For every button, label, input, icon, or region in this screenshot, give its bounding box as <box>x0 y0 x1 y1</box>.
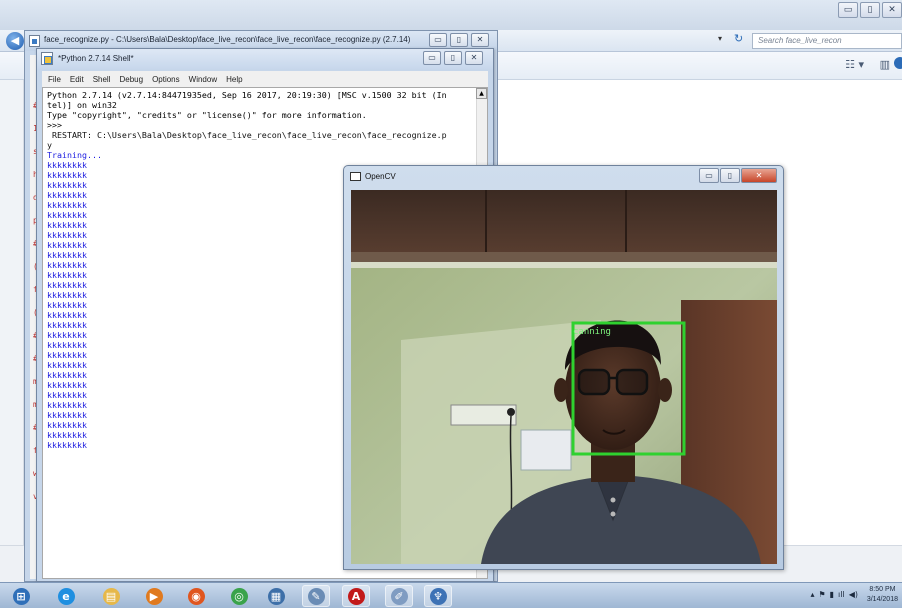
shell-restart-line: y <box>47 140 52 150</box>
change-view-icon[interactable]: ☷ ▾ <box>845 58 864 71</box>
taskbar-button-chrome[interactable]: ◎ <box>225 585 253 607</box>
firefox-icon: ◉ <box>187 587 205 605</box>
opencv-close-button[interactable]: ✕ <box>741 168 777 183</box>
explorer-maximize-button[interactable]: ▯ <box>860 2 880 18</box>
shell-close-button[interactable]: ✕ <box>465 51 483 65</box>
chrome-icon: ◎ <box>230 587 248 605</box>
shell-training-line: Training... <box>47 150 102 160</box>
shell-header-line: Type "copyright", "credits" or "license(… <box>47 110 367 120</box>
explorer-window-controls: ▭ ▯ ✕ <box>838 2 902 18</box>
switch-board-shape <box>450 404 517 426</box>
taskbar-button-media-player[interactable]: ▶ <box>140 585 168 607</box>
internet-explorer-icon: e <box>57 587 75 605</box>
clock-date: 3/14/2018 <box>866 596 898 603</box>
windows-start-icon: ⊞ <box>12 587 30 605</box>
taskbar-button-acrobat[interactable]: A <box>342 585 370 607</box>
explorer-close-button[interactable]: ✕ <box>882 2 902 18</box>
face-label: canning <box>573 327 611 337</box>
menu-edit[interactable]: Edit <box>70 75 84 84</box>
menu-shell[interactable]: Shell <box>93 75 111 84</box>
editor-title: face_recognize.py - C:\Users\Bala\Deskto… <box>44 35 411 44</box>
back-arrow-icon[interactable]: ◀ <box>6 32 24 50</box>
action-center-icon[interactable]: ⚑ <box>818 590 825 599</box>
glasses-right-lens <box>615 368 649 396</box>
glasses-left-lens <box>577 368 611 396</box>
explorer-minimize-button[interactable]: ▭ <box>838 2 858 18</box>
shell-header-line: >>> <box>47 120 62 130</box>
wooden-cabinet-shape <box>351 190 777 260</box>
paint-icon: ✐ <box>390 587 408 605</box>
system-tray: ▴ ⚑ ▮ ıll ◀) <box>810 590 858 599</box>
clock[interactable]: 8:50 PM 3/14/2018 <box>867 585 898 605</box>
python-file-icon <box>29 35 40 47</box>
opencv-maximize-button[interactable]: ▯ <box>720 168 740 183</box>
address-dropdown-icon[interactable]: ▾ <box>718 34 722 43</box>
network-icon: ▦ <box>267 587 285 605</box>
opencv-title-bar[interactable]: OpenCV ▭ ▯ ✕ <box>344 166 783 188</box>
webcam-scene <box>351 190 777 564</box>
taskbar-button-network[interactable]: ▦ <box>262 585 290 607</box>
media-player-icon: ▶ <box>145 587 163 605</box>
webcam-frame: canning <box>351 190 777 564</box>
menu-file[interactable]: File <box>48 75 61 84</box>
python-shell-icon <box>41 52 53 65</box>
shell-title: *Python 2.7.14 Shell* <box>58 54 134 63</box>
refresh-icon[interactable]: ↻ <box>734 32 743 45</box>
opencv-window-controls: ▭ ▯ ✕ <box>699 168 777 183</box>
opencv-window-icon <box>350 172 361 181</box>
taskbar-button-firefox[interactable]: ◉ <box>182 585 210 607</box>
battery-icon[interactable]: ▮ <box>830 590 834 599</box>
file-explorer-icon: ▤ <box>102 587 120 605</box>
editor-close-button[interactable]: ✕ <box>471 33 489 47</box>
shell-menu-bar: File Edit Shell Debug Options Window Help <box>42 71 488 87</box>
shell-header-line: tel)] on win32 <box>47 100 117 110</box>
notepad-icon: ✎ <box>307 587 325 605</box>
explorer-search-input[interactable]: Search face_live_recon <box>752 33 902 49</box>
opencv-title: OpenCV <box>365 172 396 181</box>
desktop-screen: ▭ ▯ ✕ ◀ ▾ ↻ Search face_live_recon ☷ ▾ ▥… <box>0 0 902 608</box>
shell-restart-line: RESTART: C:\Users\Bala\Desktop\face_live… <box>47 130 447 140</box>
signal-icon[interactable]: ıll <box>838 590 845 599</box>
taskbar-button-notepad[interactable]: ✎ <box>302 585 330 607</box>
menu-options[interactable]: Options <box>152 75 180 84</box>
python-icon: ♆ <box>429 587 447 605</box>
editor-maximize-button[interactable]: ▯ <box>450 33 468 47</box>
editor-window-controls: ▭ ▯ ✕ <box>429 33 489 47</box>
clock-time: 8:50 PM <box>869 586 896 593</box>
shell-header-line: Python 2.7.14 (v2.7.14:84471935ed, Sep 1… <box>47 90 447 100</box>
help-icon[interactable] <box>894 57 902 69</box>
explorer-nav-pane <box>0 80 24 582</box>
scroll-up-arrow-icon[interactable]: ▲ <box>476 88 487 99</box>
volume-icon[interactable]: ◀) <box>849 590 858 599</box>
editor-minimize-button[interactable]: ▭ <box>429 33 447 47</box>
taskbar-button-windows-start[interactable]: ⊞ <box>7 585 35 607</box>
calendar-shape <box>520 429 572 471</box>
menu-window[interactable]: Window <box>189 75 217 84</box>
opencv-window: OpenCV ▭ ▯ ✕ canning <box>343 165 784 570</box>
shell-window-controls: ▭ ▯ ✕ <box>423 51 483 65</box>
menu-help[interactable]: Help <box>226 75 242 84</box>
taskbar-button-python[interactable]: ♆ <box>424 585 452 607</box>
preview-pane-icon[interactable]: ▥ <box>880 58 890 71</box>
show-hidden-icons-icon[interactable]: ▴ <box>810 590 814 599</box>
explorer-title-bar <box>0 0 902 30</box>
acrobat-icon: A <box>347 587 365 605</box>
shell-minimize-button[interactable]: ▭ <box>423 51 441 65</box>
taskbar-button-file-explorer[interactable]: ▤ <box>97 585 125 607</box>
shell-title-bar[interactable]: *Python 2.7.14 Shell* ▭ ▯ ✕ <box>37 49 493 69</box>
shell-maximize-button[interactable]: ▯ <box>444 51 462 65</box>
menu-debug[interactable]: Debug <box>119 75 143 84</box>
taskbar-button-internet-explorer[interactable]: e <box>52 585 80 607</box>
taskbar: ▴ ⚑ ▮ ıll ◀) 8:50 PM 3/14/2018 ⊞ e ▤ ▶ ◉ ◎ ▦ ✎ A ✐ ♆ <box>0 582 902 608</box>
taskbar-button-paint[interactable]: ✐ <box>385 585 413 607</box>
opencv-minimize-button[interactable]: ▭ <box>699 168 719 183</box>
